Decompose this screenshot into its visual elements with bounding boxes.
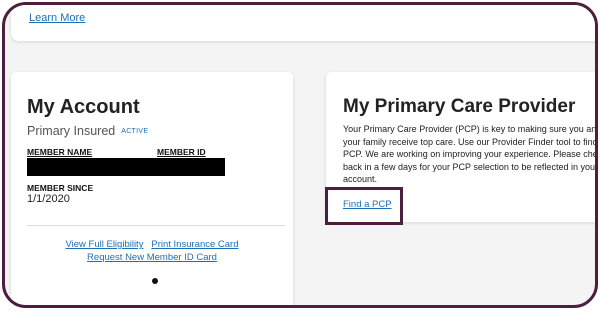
status-badge: ACTIVE <box>121 128 149 135</box>
top-banner-card: Learn More <box>11 5 595 41</box>
pcp-description: Your Primary Care Provider (PCP) is key … <box>343 124 598 184</box>
screenshot-frame: Learn More My Account Primary Insured ACT… <box>2 2 598 308</box>
pcp-title: My Primary Care Provider <box>343 96 576 117</box>
account-links: View Full Eligibility Print Insurance Ca… <box>11 238 293 264</box>
member-since-label: MEMBER SINCE <box>27 183 94 193</box>
my-account-card: My Account Primary Insured ACTIVE MEMBER … <box>11 72 293 305</box>
print-insurance-card-link[interactable]: Print Insurance Card <box>151 239 238 250</box>
insured-type-label: Primary Insured <box>27 124 116 138</box>
insured-type: Primary Insured ACTIVE <box>27 124 148 138</box>
redacted-member-info <box>27 158 225 176</box>
learn-more-link[interactable]: Learn More <box>29 12 85 24</box>
find-pcp-highlight <box>325 187 403 225</box>
divider <box>27 225 285 226</box>
request-member-id-card-link[interactable]: Request New Member ID Card <box>87 252 217 263</box>
view-full-eligibility-link[interactable]: View Full Eligibility <box>65 239 143 250</box>
member-id-label: MEMBER ID <box>157 147 206 157</box>
member-name-label: MEMBER NAME <box>27 147 93 157</box>
carousel-dot[interactable] <box>152 278 158 284</box>
member-since-value: 1/1/2020 <box>27 193 70 205</box>
account-title: My Account <box>27 96 140 118</box>
